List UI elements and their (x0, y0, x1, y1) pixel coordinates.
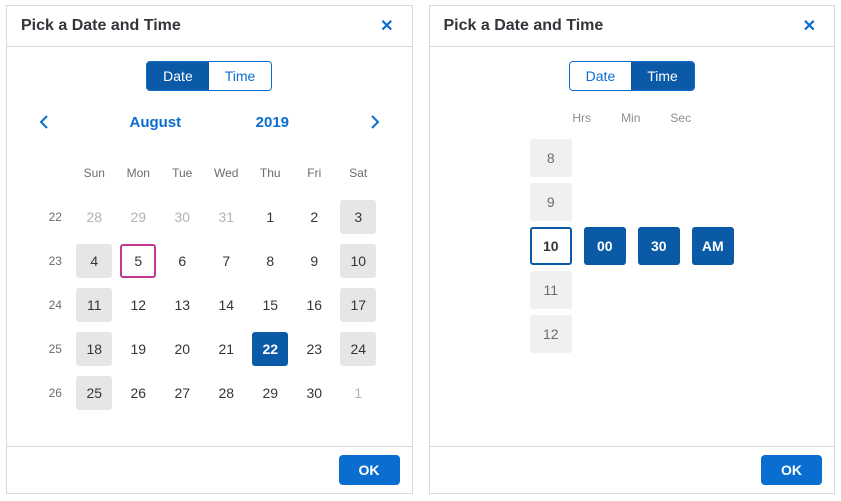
calendar-day[interactable]: 20 (164, 332, 200, 366)
week-number: 26 (38, 386, 72, 400)
second-cell[interactable]: 30 (638, 227, 680, 265)
calendar-day[interactable]: 29 (252, 376, 288, 410)
tab-date[interactable]: Date (147, 62, 209, 90)
date-time-segmented-control: Date Time (146, 61, 272, 91)
calendar-day[interactable]: 18 (76, 332, 112, 366)
week-number: 25 (38, 342, 72, 356)
weekday-label: Wed (204, 166, 248, 180)
calendar-day[interactable]: 4 (76, 244, 112, 278)
hour-cell[interactable]: 8 (530, 139, 572, 177)
calendar-day[interactable]: 31 (208, 200, 244, 234)
calendar-day[interactable]: 2 (296, 200, 332, 234)
calendar-day[interactable]: 25 (76, 376, 112, 410)
dialog-title: Pick a Date and Time (444, 17, 604, 35)
calendar-day[interactable]: 26 (120, 376, 156, 410)
dialog-title: Pick a Date and Time (21, 17, 181, 35)
week-number: 23 (38, 254, 72, 268)
calendar-day[interactable]: 3 (340, 200, 376, 234)
calendar-day[interactable]: 24 (340, 332, 376, 366)
close-icon[interactable]: ✕ (799, 16, 820, 36)
weekday-label: Tue (160, 166, 204, 180)
year-selector[interactable]: 2019 (256, 114, 289, 131)
calendar-day[interactable]: 30 (164, 200, 200, 234)
calendar-day[interactable]: 15 (252, 288, 288, 322)
calendar-day[interactable]: 1 (340, 376, 376, 410)
tab-time[interactable]: Time (209, 62, 272, 90)
next-month-icon[interactable] (364, 111, 384, 133)
prev-month-icon[interactable] (35, 111, 55, 133)
calendar-day[interactable]: 28 (208, 376, 244, 410)
time-picker-panel: Pick a Date and Time ✕ Date Time Hrs Min… (429, 5, 836, 494)
calendar-day[interactable]: 14 (208, 288, 244, 322)
calendar-day[interactable]: 8 (252, 244, 288, 278)
time-column-headers: Hrs Min Sec (430, 111, 835, 125)
minutes-column: 00 (584, 139, 626, 265)
calendar-day[interactable]: 7 (208, 244, 244, 278)
hour-cell[interactable]: 9 (530, 183, 572, 221)
weekday-label: Sun (72, 166, 116, 180)
calendar-day[interactable]: 9 (296, 244, 332, 278)
calendar-day[interactable]: 13 (164, 288, 200, 322)
minutes-label: Min (621, 111, 640, 125)
hour-cell[interactable]: 11 (530, 271, 572, 309)
hour-cell[interactable]: 12 (530, 315, 572, 353)
month-selector[interactable]: August (129, 114, 181, 131)
calendar-day[interactable]: 27 (164, 376, 200, 410)
calendar-day[interactable]: 12 (120, 288, 156, 322)
calendar-day[interactable]: 16 (296, 288, 332, 322)
minute-cell[interactable]: 00 (584, 227, 626, 265)
weekday-label: Fri (292, 166, 336, 180)
calendar-day[interactable]: 19 (120, 332, 156, 366)
calendar-day[interactable]: 21 (208, 332, 244, 366)
tab-time[interactable]: Time (631, 62, 694, 90)
hour-cell[interactable]: 10 (530, 227, 572, 265)
hours-column: 8 9 10 11 12 (530, 139, 572, 353)
calendar-day[interactable]: 23 (296, 332, 332, 366)
calendar-day[interactable]: 22 (252, 332, 288, 366)
calendar-day[interactable]: 29 (120, 200, 156, 234)
weekday-label: Mon (116, 166, 160, 180)
calendar-day[interactable]: 17 (340, 288, 376, 322)
calendar-day[interactable]: 6 (164, 244, 200, 278)
tab-date[interactable]: Date (570, 62, 632, 90)
calendar-day[interactable]: 10 (340, 244, 376, 278)
calendar-day[interactable]: 11 (76, 288, 112, 322)
ampm-column: AM (692, 139, 734, 265)
week-number: 24 (38, 298, 72, 312)
seconds-column: 30 (638, 139, 680, 265)
date-time-segmented-control: Date Time (569, 61, 695, 91)
calendar-day[interactable]: 28 (76, 200, 112, 234)
calendar-day[interactable]: 1 (252, 200, 288, 234)
ok-button[interactable]: OK (339, 455, 400, 485)
weekday-label: Thu (248, 166, 292, 180)
seconds-label: Sec (670, 111, 691, 125)
calendar-day[interactable]: 30 (296, 376, 332, 410)
weekday-label: Sat (336, 166, 380, 180)
calendar-day[interactable]: 5 (120, 244, 156, 278)
week-number: 22 (38, 210, 72, 224)
close-icon[interactable]: ✕ (376, 16, 397, 36)
date-picker-panel: Pick a Date and Time ✕ Date Time August … (6, 5, 413, 494)
hours-label: Hrs (572, 111, 591, 125)
ampm-cell[interactable]: AM (692, 227, 734, 265)
dialog-header: Pick a Date and Time ✕ (7, 6, 412, 47)
ok-button[interactable]: OK (761, 455, 822, 485)
dialog-header: Pick a Date and Time ✕ (430, 6, 835, 47)
calendar-grid: SunMonTueWedThuFriSat2228293031123234567… (21, 151, 398, 415)
